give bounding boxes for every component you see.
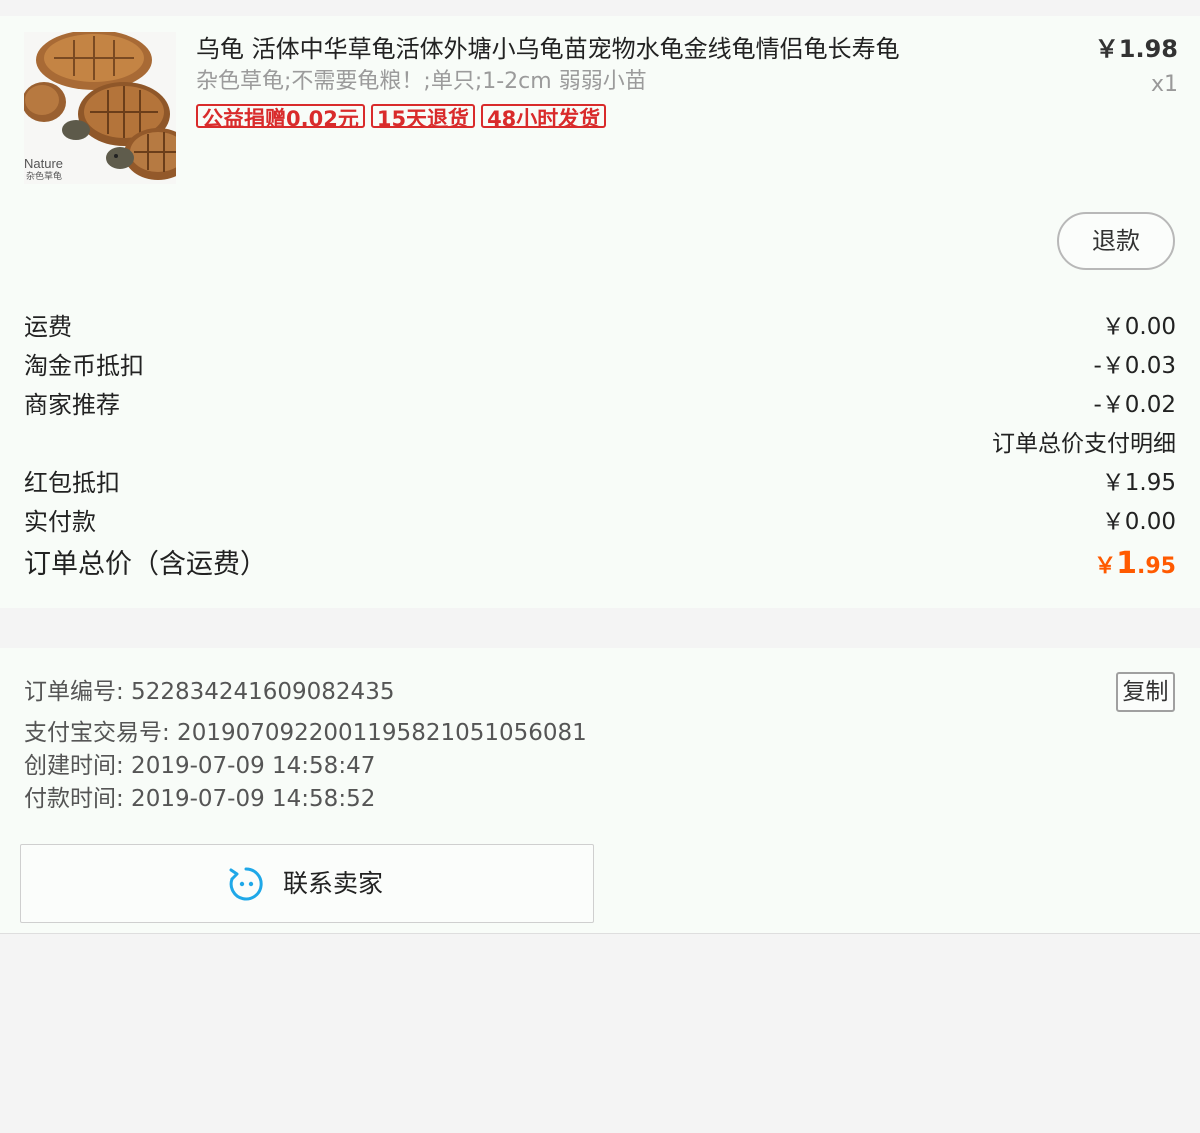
- total-decimal: .95: [1137, 554, 1176, 579]
- fee-breakdown: 运费 ￥0.00 淘金币抵扣 -￥0.03 商家推荐 -￥0.02 订单总价支付…: [0, 308, 1200, 592]
- thumbnail-subcaption: 杂色草龟: [26, 171, 63, 181]
- contact-seller-label: 联系卖家: [283, 869, 384, 898]
- order-info-card: 订单编号: 522834241609082435 复制 支付宝交易号: 2019…: [0, 648, 1200, 934]
- order-number: 订单编号: 522834241609082435: [24, 679, 395, 705]
- product-title[interactable]: 乌龟 活体中华草龟活体外塘小乌龟苗宠物水龟金线龟情侣龟长寿龟: [196, 33, 1076, 65]
- taojinbi-value: -￥0.03: [1093, 353, 1176, 379]
- shipping-label: 运费: [24, 313, 72, 341]
- fee-row-merchant: 商家推荐 -￥0.02: [0, 386, 1200, 425]
- paid-value: ￥0.00: [1101, 509, 1176, 535]
- taojinbi-label: 淘金币抵扣: [24, 352, 144, 380]
- copy-button[interactable]: 复制: [1116, 672, 1175, 712]
- shipping-value: ￥0.00: [1101, 314, 1176, 340]
- merchant-value: -￥0.02: [1093, 392, 1176, 418]
- product-tags: 公益捐赠0.02元 15天退货 48小时发货: [196, 104, 607, 128]
- product-price: ￥1.98: [1094, 35, 1178, 63]
- redpacket-label: 红包抵扣: [24, 469, 120, 497]
- fee-row-redpacket: 红包抵扣 ￥1.95: [0, 464, 1200, 503]
- product-thumbnail[interactable]: Nature 杂色草龟: [24, 32, 176, 184]
- fee-row-paid: 实付款 ￥0.00: [0, 503, 1200, 542]
- alipay-number: 支付宝交易号: 2019070922001195821051056081: [24, 720, 587, 746]
- fee-row-detail: 订单总价支付明细: [0, 425, 1200, 464]
- total-currency: ￥: [1094, 554, 1117, 579]
- payment-detail-link[interactable]: 订单总价支付明细: [992, 429, 1176, 459]
- merchant-label: 商家推荐: [24, 391, 120, 419]
- thumbnail-caption: Nature: [24, 156, 64, 171]
- fee-row-taojinbi: 淘金币抵扣 -￥0.03: [0, 347, 1200, 386]
- total-label: 订单总价（含运费）: [24, 549, 267, 580]
- chat-face-icon: [229, 867, 263, 901]
- created-time: 创建时间: 2019-07-09 14:58:47: [24, 753, 376, 779]
- total-value: ￥1.95: [1094, 544, 1176, 588]
- paid-label: 实付款: [24, 508, 96, 536]
- paid-time: 付款时间: 2019-07-09 14:58:52: [24, 786, 376, 812]
- contact-seller-button[interactable]: 联系卖家: [20, 844, 594, 923]
- order-detail-page: Nature 杂色草龟 乌龟 活体中华草龟活体外塘小乌龟苗宠物水龟金线龟情侣龟长…: [0, 0, 1200, 1133]
- tag-shipping-time: 48小时发货: [481, 104, 607, 128]
- product-quantity: x1: [1150, 72, 1178, 97]
- refund-button[interactable]: 退款: [1057, 212, 1175, 270]
- total-integer: 1: [1116, 546, 1138, 581]
- tag-return-policy: 15天退货: [370, 104, 476, 128]
- fee-row-shipping: 运费 ￥0.00: [0, 308, 1200, 347]
- product-sku: 杂色草龟;不需要龟粮！;单只;1-2cm 弱弱小苗: [196, 69, 647, 94]
- fee-row-total: 订单总价（含运费） ￥1.95: [0, 542, 1200, 592]
- tag-charity: 公益捐赠0.02元: [196, 104, 365, 128]
- order-summary-card: Nature 杂色草龟 乌龟 活体中华草龟活体外塘小乌龟苗宠物水龟金线龟情侣龟长…: [0, 16, 1200, 608]
- redpacket-value: ￥1.95: [1101, 470, 1176, 496]
